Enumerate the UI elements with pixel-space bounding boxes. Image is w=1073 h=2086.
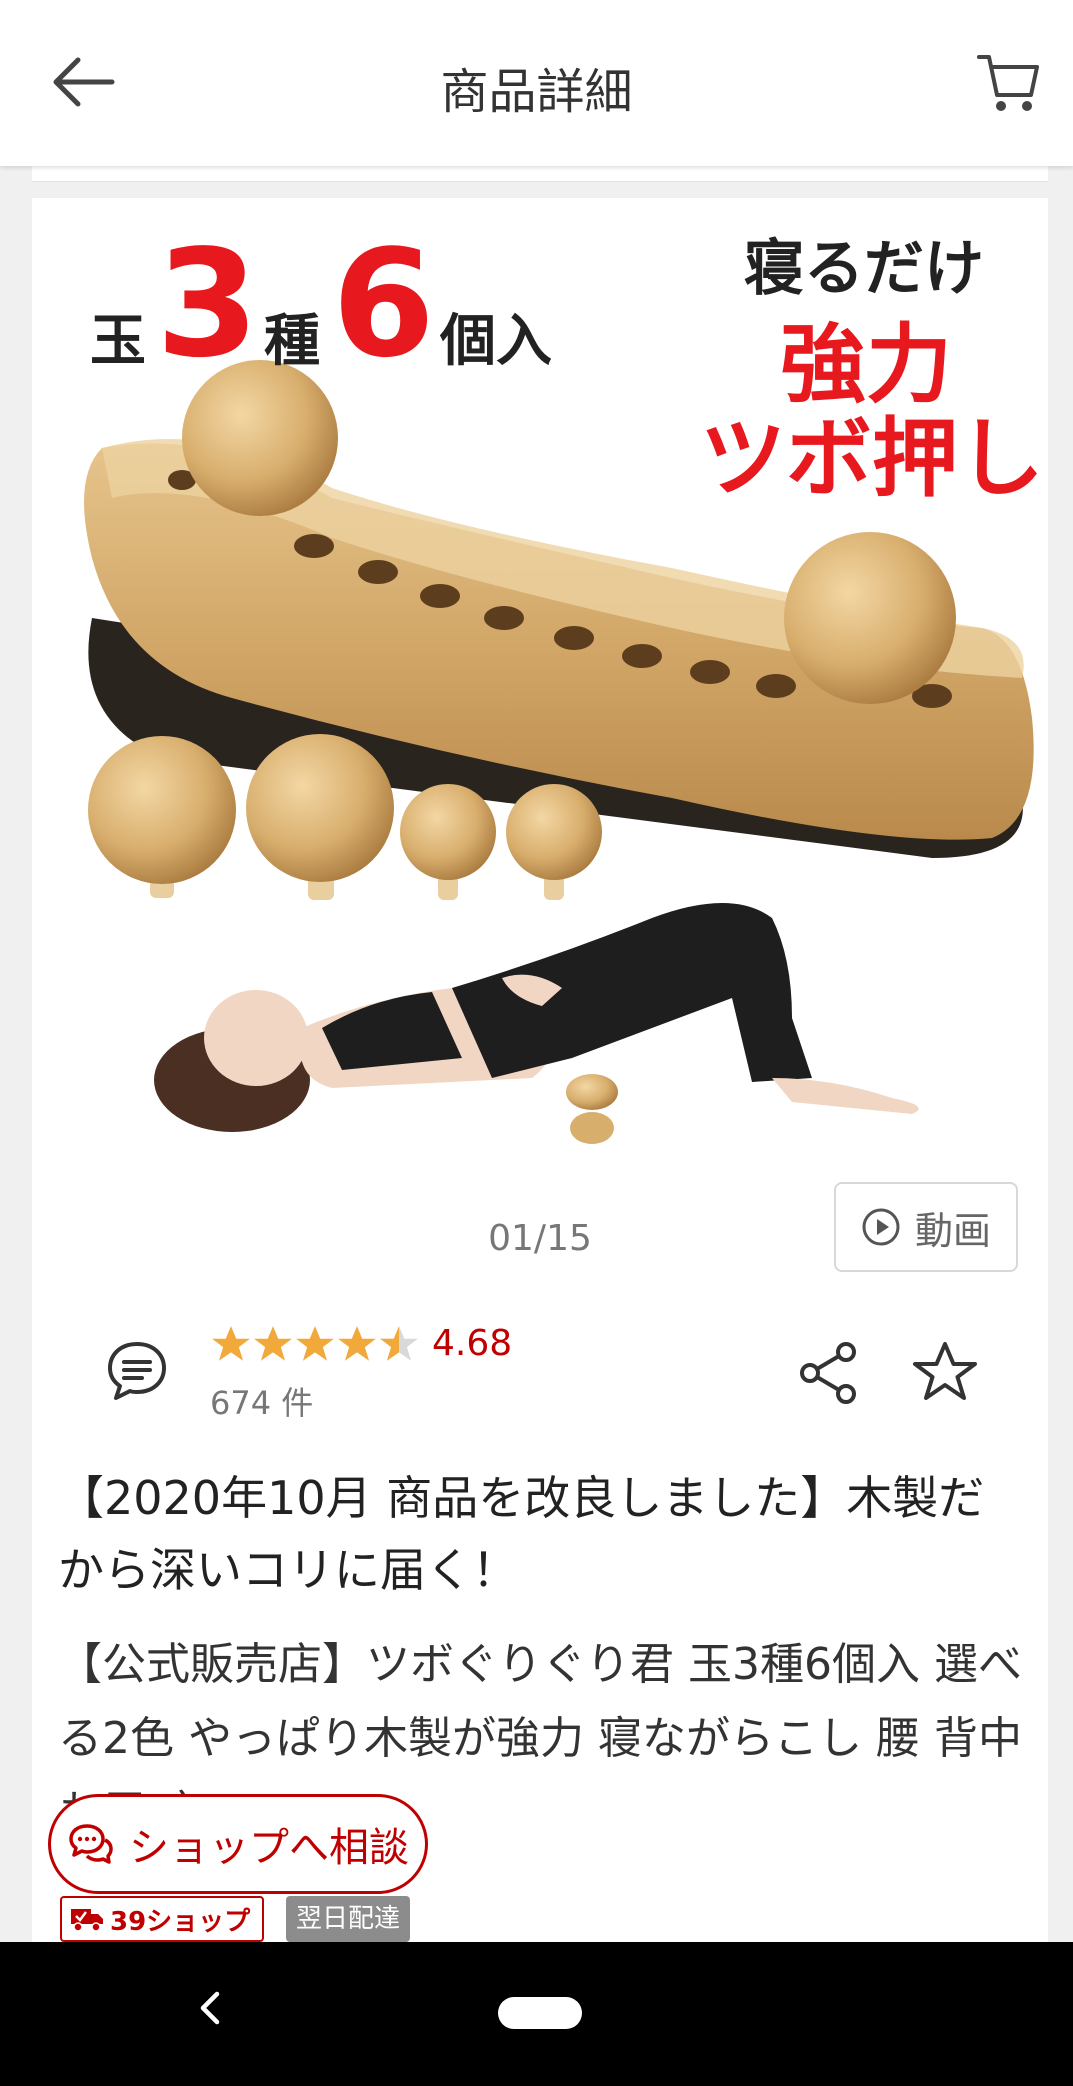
system-back-button[interactable]: [180, 1978, 240, 2038]
product-title: 【2020年10月 商品を改良しました】木製だから深いコリに届く！: [58, 1471, 985, 1597]
collapsed-section-edge: [32, 166, 1048, 182]
hero-text-shu: 種: [264, 309, 320, 374]
app: 商品詳細 玉 3 種 6 個入 寝るだけ 強力 ツボ押し 01/15 動画 4.…: [0, 0, 1073, 2086]
hero-text-tama: 玉: [90, 309, 146, 374]
video-label: 動画: [914, 1208, 991, 1253]
cart-button[interactable]: [972, 44, 1044, 120]
system-home-pill[interactable]: [498, 1997, 582, 2029]
shop-39-label: 39ショップ: [110, 1906, 251, 1937]
review-button[interactable]: [104, 1338, 170, 1404]
star-outline-icon: [913, 1342, 977, 1400]
next-day-badge: 翌日配達: [286, 1896, 411, 1942]
star-full-icon: [254, 1326, 292, 1361]
favorite-button[interactable]: [910, 1338, 980, 1408]
shop-39-badge: 39ショップ: [60, 1896, 265, 1942]
chat-bubble-icon: [108, 1342, 166, 1400]
star-full-icon: [338, 1326, 376, 1361]
hero-text-6: 6: [332, 218, 435, 390]
page-title: 商品詳細: [440, 64, 633, 120]
cart-icon: [977, 55, 1039, 111]
play-icon: [862, 1208, 900, 1246]
chevron-left-icon: [200, 1991, 220, 2025]
review-count: 674 件: [210, 1384, 314, 1422]
shop-consult-button[interactable]: ショップへ相談: [48, 1794, 428, 1894]
share-button[interactable]: [794, 1338, 864, 1408]
top-bar: 商品詳細: [0, 0, 1073, 166]
chat-bubbles-icon: [69, 1824, 113, 1864]
share-icon: [800, 1342, 856, 1404]
rating-stars: [210, 1322, 420, 1366]
hero-text-tsubo: ツボ押し: [700, 409, 1044, 509]
star-full-icon: [212, 1326, 250, 1361]
system-nav-bar: [0, 1942, 1073, 2086]
video-button[interactable]: 動画: [834, 1182, 1018, 1272]
star-full-icon: [296, 1326, 334, 1361]
hero-text-kosu: 個入: [440, 309, 552, 374]
shop-consult-label: ショップへ相談: [129, 1825, 409, 1871]
delivery-truck-icon: [71, 1909, 103, 1932]
rating-score: 4.68: [432, 1323, 513, 1364]
hero-text-3: 3: [156, 218, 259, 390]
star-half-icon: [380, 1326, 418, 1361]
product-card: 玉 3 種 6 個入 寝るだけ 強力 ツボ押し 01/15 動画 4.68 67…: [32, 198, 1048, 1978]
product-image-carousel[interactable]: 玉 3 種 6 個入 寝るだけ 強力 ツボ押し: [32, 198, 1048, 1158]
